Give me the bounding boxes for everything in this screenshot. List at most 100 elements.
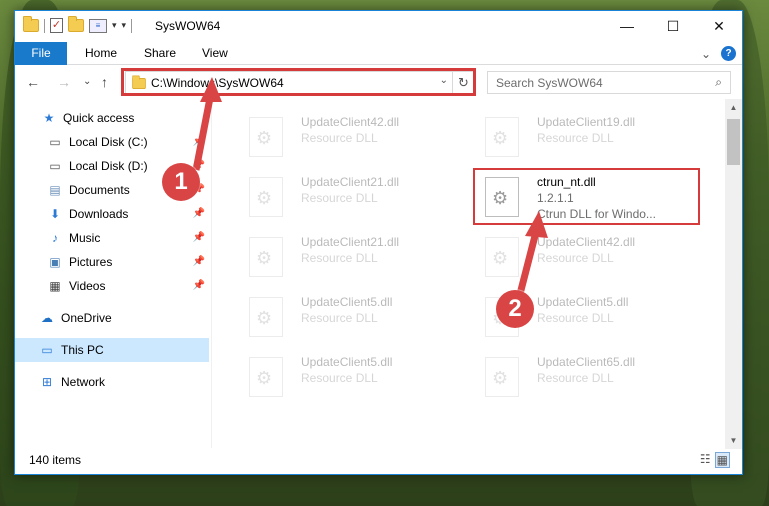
list-item[interactable]: UpdateClient65.dll Resource DLL <box>473 347 701 405</box>
customize-toolbar-icon[interactable]: ▾ <box>122 20 127 31</box>
help-icon[interactable]: ? <box>721 46 736 61</box>
properties-check-icon[interactable]: ✓ <box>50 18 63 33</box>
title-bar: ✓ ≡ ▾ ▾ SysWOW64 — ☐ ✕ <box>15 11 742 42</box>
dll-file-icon <box>249 357 283 397</box>
list-item[interactable]: UpdateClient21.dll Resource DLL <box>237 167 465 225</box>
sidebar-item-pictures[interactable]: ▣ Pictures 📌 <box>15 250 209 274</box>
file-name: UpdateClient5.dll <box>537 295 629 309</box>
folder-icon <box>23 16 39 32</box>
list-item[interactable]: UpdateClient42.dll Resource DLL <box>473 227 701 285</box>
window-title: SysWOW64 <box>155 19 221 33</box>
sidebar-item-this-pc[interactable]: ▭ This PC <box>15 338 209 362</box>
address-highlight-box <box>121 68 476 96</box>
file-type: Resource DLL <box>301 251 378 265</box>
list-item[interactable]: UpdateClient19.dll Resource DLL <box>473 107 701 165</box>
dll-file-icon <box>249 117 283 157</box>
search-icon[interactable]: ⌕ <box>715 75 722 90</box>
music-icon: ♪ <box>52 231 58 245</box>
dll-file-icon <box>249 297 283 337</box>
sidebar-item-label: OneDrive <box>61 311 112 325</box>
recent-locations-button[interactable]: ⌄ <box>83 76 91 87</box>
pin-icon: 📌 <box>192 232 205 243</box>
minimize-button[interactable]: — <box>604 11 650 41</box>
sidebar-item-videos[interactable]: ▦ Videos 📌 <box>15 274 209 298</box>
file-type: Resource DLL <box>301 191 378 205</box>
sidebar-item-label: Music <box>69 231 101 245</box>
pin-icon: 📌 <box>192 208 205 219</box>
maximize-button[interactable]: ☐ <box>650 11 696 41</box>
sidebar-item-label: Documents <box>69 183 130 197</box>
file-type: Resource DLL <box>301 371 378 385</box>
list-item[interactable]: UpdateClient5.dll Resource DLL <box>237 287 465 345</box>
dll-file-icon <box>485 237 519 277</box>
ribbon-tabs: File Home Share View ⌄ ? <box>15 42 742 65</box>
file-name: UpdateClient5.dll <box>301 295 393 309</box>
file-name: UpdateClient21.dll <box>301 235 400 249</box>
back-button[interactable]: ← <box>26 74 40 90</box>
file-highlight-box <box>473 168 700 225</box>
downloads-icon: ⬇ <box>49 207 61 221</box>
network-icon: ⊞ <box>41 375 53 389</box>
list-item[interactable]: UpdateClient5.dll Resource DLL <box>237 347 465 405</box>
drive-icon: ▭ <box>49 135 61 149</box>
tab-view[interactable]: View <box>202 42 228 65</box>
videos-icon: ▦ <box>49 279 61 293</box>
pictures-icon: ▣ <box>49 255 61 269</box>
details-view-icon[interactable]: ☷ <box>700 452 711 468</box>
file-list: UpdateClient42.dll Resource DLL UpdateCl… <box>221 101 726 451</box>
file-name: UpdateClient19.dll <box>537 115 636 129</box>
dll-file-icon <box>485 357 519 397</box>
chevron-down-icon[interactable]: ▾ <box>112 20 117 31</box>
large-icons-view-icon[interactable]: ▦ <box>714 452 730 468</box>
navigation-pane: ★ Quick access ▭ Local Disk (C:) 📌 ▭ Loc… <box>15 106 211 446</box>
window-controls: — ☐ ✕ <box>604 11 742 41</box>
scrollbar-thumb[interactable] <box>727 119 740 165</box>
vertical-scrollbar[interactable]: ▲ ▼ <box>725 99 742 449</box>
search-input[interactable]: Search SysWOW64 <box>496 76 603 90</box>
cloud-icon: ☁ <box>41 311 53 325</box>
divider <box>44 18 45 33</box>
list-item[interactable]: UpdateClient42.dll Resource DLL <box>237 107 465 165</box>
address-row: ← → ⌄ ↑ C:\Windows\SysWOW64 ⌄ ↻ Search S… <box>15 66 742 98</box>
file-type: Resource DLL <box>537 371 614 385</box>
quick-access-toolbar: ✓ ≡ ▾ ▾ <box>23 16 133 33</box>
sidebar-item-label: Network <box>61 375 106 389</box>
pin-icon: 📌 <box>192 280 205 291</box>
sidebar-item-label: Local Disk (D:) <box>69 159 148 173</box>
sidebar-item-music[interactable]: ♪ Music 📌 <box>15 226 209 250</box>
file-name: UpdateClient42.dll <box>301 115 400 129</box>
file-type: Resource DLL <box>537 131 614 145</box>
sidebar-item-onedrive[interactable]: ☁ OneDrive <box>15 306 209 330</box>
divider <box>131 18 133 33</box>
drive-icon: ▭ <box>49 159 61 173</box>
sidebar-item-quick-access[interactable]: ★ Quick access <box>15 106 209 130</box>
file-name: UpdateClient21.dll <box>301 175 400 189</box>
sidebar-item-label: Pictures <box>69 255 113 269</box>
dll-file-icon <box>249 237 283 277</box>
sidebar-item-label: Videos <box>69 279 106 293</box>
tab-share[interactable]: Share <box>144 42 176 65</box>
file-type: Resource DLL <box>301 311 378 325</box>
sidebar-item-network[interactable]: ⊞ Network <box>15 370 209 394</box>
search-box[interactable]: Search SysWOW64 ⌕ <box>487 71 731 94</box>
sidebar-item-local-disk-c[interactable]: ▭ Local Disk (C:) 📌 <box>15 130 209 154</box>
tab-file[interactable]: File <box>15 42 67 65</box>
expand-ribbon-icon[interactable]: ⌄ <box>701 47 711 61</box>
callout-step-2: 2 <box>496 290 534 328</box>
up-button[interactable]: ↑ <box>101 74 108 90</box>
forward-button[interactable]: → <box>57 74 71 90</box>
properties-icon[interactable]: ≡ <box>89 18 107 33</box>
list-item[interactable]: UpdateClient21.dll Resource DLL <box>237 227 465 285</box>
sidebar-item-downloads[interactable]: ⬇ Downloads 📌 <box>15 202 209 226</box>
scroll-up-icon[interactable]: ▲ <box>725 99 742 116</box>
pin-icon: 📌 <box>192 256 205 267</box>
sidebar-item-label: Quick access <box>63 111 135 125</box>
tab-home[interactable]: Home <box>85 42 117 65</box>
file-type: Resource DLL <box>301 131 378 145</box>
sidebar-item-label: This PC <box>61 343 104 357</box>
close-button[interactable]: ✕ <box>696 11 742 41</box>
file-name: UpdateClient65.dll <box>537 355 636 369</box>
new-folder-icon[interactable] <box>68 16 84 32</box>
file-type: Resource DLL <box>537 311 614 325</box>
dll-file-icon <box>485 117 519 157</box>
